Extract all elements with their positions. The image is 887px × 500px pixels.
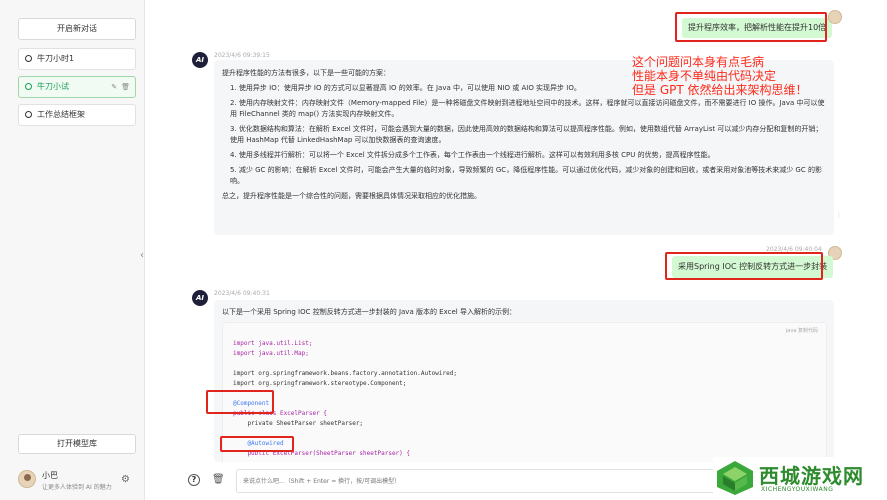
conversation-item-active[interactable]: 牛刀小试 ✎ 🗑	[18, 76, 136, 98]
highlight-box-autowired	[220, 436, 294, 452]
edit-icon[interactable]: ✎	[111, 83, 117, 91]
ai-avatar-icon: AI	[192, 52, 208, 68]
list-item: 3. 优化数据结构和算法：在解析 Excel 文件时，可能会遇到大量的数据，因此…	[230, 125, 823, 144]
watermark-text: 西城游戏网	[759, 464, 864, 488]
copy-code-button[interactable]: 复制代码	[798, 328, 818, 334]
code-block: java 复制代码 import java.util.List; import j…	[222, 322, 827, 462]
code-header: java 复制代码	[786, 327, 818, 334]
code-line: import org.springframework.beans.factory…	[233, 370, 457, 377]
list-item: 4. 使用多线程并行解析：可以将一个 Excel 文件拆分成多个工作表，每个工作…	[230, 151, 715, 159]
conversation-item[interactable]: 牛刀小时1	[18, 48, 136, 70]
delete-icon[interactable]: 🗑	[121, 83, 130, 91]
list-item: 5. 减少 GC 的影响：在解析 Excel 文件时，可能会产生大量的临时对象，…	[230, 166, 822, 185]
help-icon[interactable]: ?	[188, 474, 200, 486]
user-profile: 小巴 让更多人体验到 AI 的魅力 ⚙	[18, 469, 138, 495]
message-menu-icon[interactable]: ⋮	[836, 212, 842, 219]
ai-avatar-icon: AI	[192, 290, 208, 306]
conversation-label: 工作总结框架	[37, 110, 85, 119]
highlight-box-component	[206, 390, 274, 414]
watermark-subtext: XICHENGYOUXIWANG	[761, 486, 834, 493]
annotation-line: 但是 GPT 依然给出来架构思维！	[632, 83, 808, 97]
conversation-label: 牛刀小试	[37, 82, 69, 91]
watermark: 西城游戏网 XICHENGYOUXIWANG	[713, 457, 887, 500]
avatar[interactable]	[18, 470, 36, 488]
chat-bubble-icon	[25, 55, 32, 62]
open-model-library-button[interactable]: 打开模型库	[18, 434, 136, 454]
ai-timestamp: 2023/4/6 09:39:15	[214, 52, 270, 59]
user-name: 小巴	[42, 471, 58, 480]
watermark-logo-icon	[717, 461, 753, 495]
ai-summary: 总之，提升程序性能是一个综合性的问题，需要根据具体情况采取相应的优化措施。	[222, 192, 481, 200]
new-chat-button[interactable]: 开启新对话	[18, 18, 136, 40]
avatar	[828, 10, 842, 24]
chat-area: 提升程序效率，把解析性能在提升10倍 AI 2023/4/6 09:39:15 …	[148, 0, 887, 500]
annotation-note: 这个问题问本身有点毛病 性能本身不单纯由代码决定 但是 GPT 依然给出来架构思…	[632, 55, 832, 97]
chat-bubble-icon	[25, 83, 32, 90]
chat-bubble-icon	[25, 111, 32, 118]
code-line: import org.springframework.stereotype.Co…	[233, 380, 407, 387]
user-description: 让更多人体验到 AI 的魅力	[42, 484, 112, 491]
highlight-box-request	[665, 252, 823, 280]
code-line: import java.util.Map;	[233, 350, 309, 357]
list-item: 2. 使用内存映射文件：内存映射文件（Memory-mapped File）是一…	[230, 99, 825, 118]
code-language: java	[785, 328, 797, 334]
trash-icon[interactable]: 🗑	[212, 474, 225, 485]
ai-message: 以下是一个采用 Spring IOC 控制反转方式进一步封装的 Java 版本的…	[214, 300, 834, 462]
conversation-item[interactable]: 工作总结框架	[18, 104, 136, 126]
code-line: private SheetParser sheetParser;	[233, 420, 364, 427]
code-line: import java.util.List;	[233, 340, 313, 347]
ai-intro: 以下是一个采用 Spring IOC 控制反转方式进一步封装的 Java 版本的…	[222, 308, 516, 316]
annotation-line: 这个问题问本身有点毛病	[632, 55, 765, 69]
highlight-box-question	[675, 12, 827, 42]
sidebar: 开启新对话 牛刀小时1 牛刀小试 ✎ 🗑 工作总结框架 打开模型库 小巴 让更多人…	[0, 0, 145, 500]
ai-timestamp: 2023/4/6 09:40:31	[214, 290, 270, 297]
gear-icon[interactable]: ⚙	[121, 474, 130, 485]
annotation-line: 性能本身不单纯由代码决定	[632, 69, 777, 83]
collapse-sidebar-icon[interactable]: ‹	[140, 250, 144, 261]
code-line: ​	[233, 359, 457, 369]
conversation-label: 牛刀小时1	[37, 54, 75, 63]
